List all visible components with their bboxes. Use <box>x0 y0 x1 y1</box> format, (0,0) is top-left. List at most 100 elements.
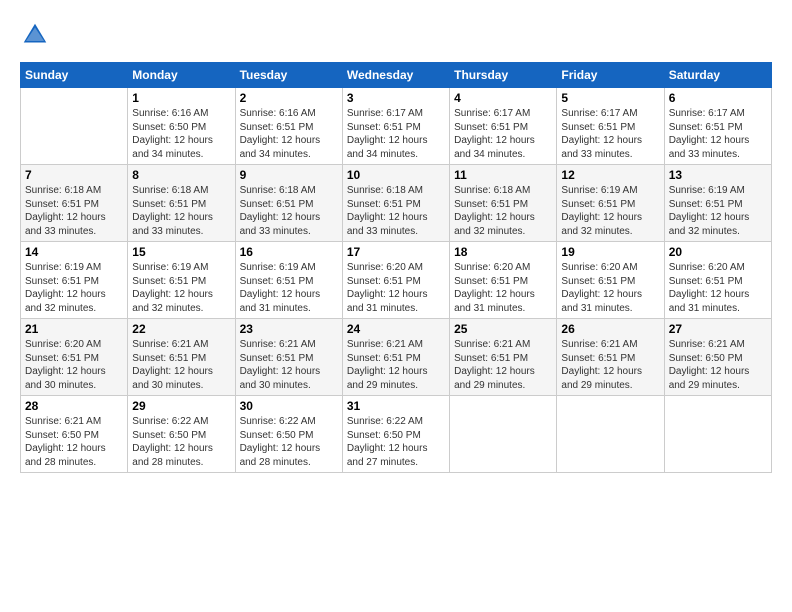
day-info: Sunrise: 6:19 AM Sunset: 6:51 PM Dayligh… <box>240 261 338 315</box>
calendar-cell: 21Sunrise: 6:20 AM Sunset: 6:51 PM Dayli… <box>21 319 128 396</box>
calendar-header-tuesday: Tuesday <box>235 63 342 88</box>
calendar-header-thursday: Thursday <box>450 63 557 88</box>
day-number: 23 <box>240 322 338 336</box>
day-info: Sunrise: 6:21 AM Sunset: 6:51 PM Dayligh… <box>132 338 230 392</box>
day-number: 8 <box>132 168 230 182</box>
day-number: 2 <box>240 91 338 105</box>
day-number: 16 <box>240 245 338 259</box>
day-info: Sunrise: 6:19 AM Sunset: 6:51 PM Dayligh… <box>25 261 123 315</box>
day-number: 18 <box>454 245 552 259</box>
calendar-cell <box>557 396 664 473</box>
day-info: Sunrise: 6:20 AM Sunset: 6:51 PM Dayligh… <box>454 261 552 315</box>
day-info: Sunrise: 6:21 AM Sunset: 6:51 PM Dayligh… <box>240 338 338 392</box>
day-number: 12 <box>561 168 659 182</box>
day-info: Sunrise: 6:19 AM Sunset: 6:51 PM Dayligh… <box>132 261 230 315</box>
calendar-week-3: 14 Sunrise: 6:19 AM Sunset: 6:51 PM Dayli… <box>21 242 772 319</box>
day-number: 10 <box>347 168 445 182</box>
calendar-cell: 24 Sunrise: 6:21 AM Sunset: 6:51 PM Dayli… <box>342 319 449 396</box>
day-info: Sunrise: 6:18 AM Sunset: 6:51 PM Dayligh… <box>347 184 445 238</box>
day-info: Sunrise: 6:20 AM Sunset: 6:51 PM Dayligh… <box>669 261 767 315</box>
day-info: Sunrise: 6:17 AM Sunset: 6:51 PM Dayligh… <box>454 107 552 161</box>
day-number: 25 <box>454 322 552 336</box>
day-number: 17 <box>347 245 445 259</box>
calendar-cell: 30 Sunrise: 6:22 AM Sunset: 6:50 PM Dayli… <box>235 396 342 473</box>
calendar-header-saturday: Saturday <box>664 63 771 88</box>
logo-icon <box>20 20 50 50</box>
day-info: Sunrise: 6:21 AM Sunset: 6:51 PM Dayligh… <box>561 338 659 392</box>
day-info: Sunrise: 6:18 AM Sunset: 6:51 PM Dayligh… <box>454 184 552 238</box>
day-info: Sunrise: 6:17 AM Sunset: 6:51 PM Dayligh… <box>347 107 445 161</box>
calendar-header-wednesday: Wednesday <box>342 63 449 88</box>
calendar-cell: 3 Sunrise: 6:17 AM Sunset: 6:51 PM Daylig… <box>342 88 449 165</box>
day-info: Sunrise: 6:22 AM Sunset: 6:50 PM Dayligh… <box>347 415 445 469</box>
calendar-cell: 22 Sunrise: 6:21 AM Sunset: 6:51 PM Dayli… <box>128 319 235 396</box>
calendar-cell: 23 Sunrise: 6:21 AM Sunset: 6:51 PM Dayli… <box>235 319 342 396</box>
calendar-cell: 31 Sunrise: 6:22 AM Sunset: 6:50 PM Dayli… <box>342 396 449 473</box>
calendar-week-1: 1 Sunrise: 6:16 AM Sunset: 6:50 PM Daylig… <box>21 88 772 165</box>
calendar-cell: 18 Sunrise: 6:20 AM Sunset: 6:51 PM Dayli… <box>450 242 557 319</box>
day-number: 22 <box>132 322 230 336</box>
calendar-cell: 14 Sunrise: 6:19 AM Sunset: 6:51 PM Dayli… <box>21 242 128 319</box>
calendar-cell: 5 Sunrise: 6:17 AM Sunset: 6:51 PM Daylig… <box>557 88 664 165</box>
day-info: Sunrise: 6:18 AM Sunset: 6:51 PM Dayligh… <box>240 184 338 238</box>
day-info: Sunrise: 6:17 AM Sunset: 6:51 PM Dayligh… <box>561 107 659 161</box>
day-info: Sunrise: 6:21 AM Sunset: 6:50 PM Dayligh… <box>25 415 123 469</box>
day-info: Sunrise: 6:19 AM Sunset: 6:51 PM Dayligh… <box>669 184 767 238</box>
calendar-cell: 13 Sunrise: 6:19 AM Sunset: 6:51 PM Dayli… <box>664 165 771 242</box>
day-info: Sunrise: 6:16 AM Sunset: 6:50 PM Dayligh… <box>132 107 230 161</box>
day-info: Sunrise: 6:20 AM Sunset: 6:51 PM Dayligh… <box>347 261 445 315</box>
calendar-week-4: 21Sunrise: 6:20 AM Sunset: 6:51 PM Dayli… <box>21 319 772 396</box>
day-info: Sunrise: 6:22 AM Sunset: 6:50 PM Dayligh… <box>240 415 338 469</box>
day-info: Sunrise: 6:20 AM Sunset: 6:51 PM Dayligh… <box>25 338 123 392</box>
calendar-cell <box>450 396 557 473</box>
calendar-cell: 29Sunrise: 6:22 AM Sunset: 6:50 PM Dayli… <box>128 396 235 473</box>
calendar-cell: 2 Sunrise: 6:16 AM Sunset: 6:51 PM Daylig… <box>235 88 342 165</box>
day-number: 14 <box>25 245 123 259</box>
day-number: 26 <box>561 322 659 336</box>
calendar-cell: 27Sunrise: 6:21 AM Sunset: 6:50 PM Dayli… <box>664 319 771 396</box>
calendar-cell: 10 Sunrise: 6:18 AM Sunset: 6:51 PM Dayli… <box>342 165 449 242</box>
day-number: 11 <box>454 168 552 182</box>
calendar-cell: 1 Sunrise: 6:16 AM Sunset: 6:50 PM Daylig… <box>128 88 235 165</box>
day-number: 30 <box>240 399 338 413</box>
calendar-cell: 17 Sunrise: 6:20 AM Sunset: 6:51 PM Dayli… <box>342 242 449 319</box>
day-number: 4 <box>454 91 552 105</box>
day-info: Sunrise: 6:21 AM Sunset: 6:51 PM Dayligh… <box>347 338 445 392</box>
logo <box>20 20 56 50</box>
day-number: 7 <box>25 168 123 182</box>
calendar-cell <box>21 88 128 165</box>
calendar-header-row: SundayMondayTuesdayWednesdayThursdayFrid… <box>21 63 772 88</box>
calendar-cell: 12Sunrise: 6:19 AM Sunset: 6:51 PM Dayli… <box>557 165 664 242</box>
calendar-cell: 4 Sunrise: 6:17 AM Sunset: 6:51 PM Daylig… <box>450 88 557 165</box>
calendar-cell: 8Sunrise: 6:18 AM Sunset: 6:51 PM Daylig… <box>128 165 235 242</box>
calendar-cell: 16 Sunrise: 6:19 AM Sunset: 6:51 PM Dayli… <box>235 242 342 319</box>
calendar-header-monday: Monday <box>128 63 235 88</box>
calendar-table: SundayMondayTuesdayWednesdayThursdayFrid… <box>20 62 772 473</box>
day-number: 28 <box>25 399 123 413</box>
header <box>20 20 772 50</box>
calendar-cell: 20 Sunrise: 6:20 AM Sunset: 6:51 PM Dayli… <box>664 242 771 319</box>
day-number: 24 <box>347 322 445 336</box>
calendar-cell: 25Sunrise: 6:21 AM Sunset: 6:51 PM Dayli… <box>450 319 557 396</box>
day-number: 31 <box>347 399 445 413</box>
day-number: 3 <box>347 91 445 105</box>
day-number: 15 <box>132 245 230 259</box>
day-number: 13 <box>669 168 767 182</box>
calendar-header-sunday: Sunday <box>21 63 128 88</box>
day-info: Sunrise: 6:16 AM Sunset: 6:51 PM Dayligh… <box>240 107 338 161</box>
day-number: 19 <box>561 245 659 259</box>
calendar-cell: 15 Sunrise: 6:19 AM Sunset: 6:51 PM Dayli… <box>128 242 235 319</box>
calendar-cell: 9 Sunrise: 6:18 AM Sunset: 6:51 PM Daylig… <box>235 165 342 242</box>
day-number: 20 <box>669 245 767 259</box>
day-number: 9 <box>240 168 338 182</box>
day-number: 1 <box>132 91 230 105</box>
page: SundayMondayTuesdayWednesdayThursdayFrid… <box>0 0 792 612</box>
day-info: Sunrise: 6:22 AM Sunset: 6:50 PM Dayligh… <box>132 415 230 469</box>
day-info: Sunrise: 6:21 AM Sunset: 6:50 PM Dayligh… <box>669 338 767 392</box>
calendar-cell: 19Sunrise: 6:20 AM Sunset: 6:51 PM Dayli… <box>557 242 664 319</box>
day-info: Sunrise: 6:18 AM Sunset: 6:51 PM Dayligh… <box>25 184 123 238</box>
calendar-header-friday: Friday <box>557 63 664 88</box>
day-number: 5 <box>561 91 659 105</box>
calendar-cell: 26 Sunrise: 6:21 AM Sunset: 6:51 PM Dayli… <box>557 319 664 396</box>
calendar-cell: 11 Sunrise: 6:18 AM Sunset: 6:51 PM Dayli… <box>450 165 557 242</box>
